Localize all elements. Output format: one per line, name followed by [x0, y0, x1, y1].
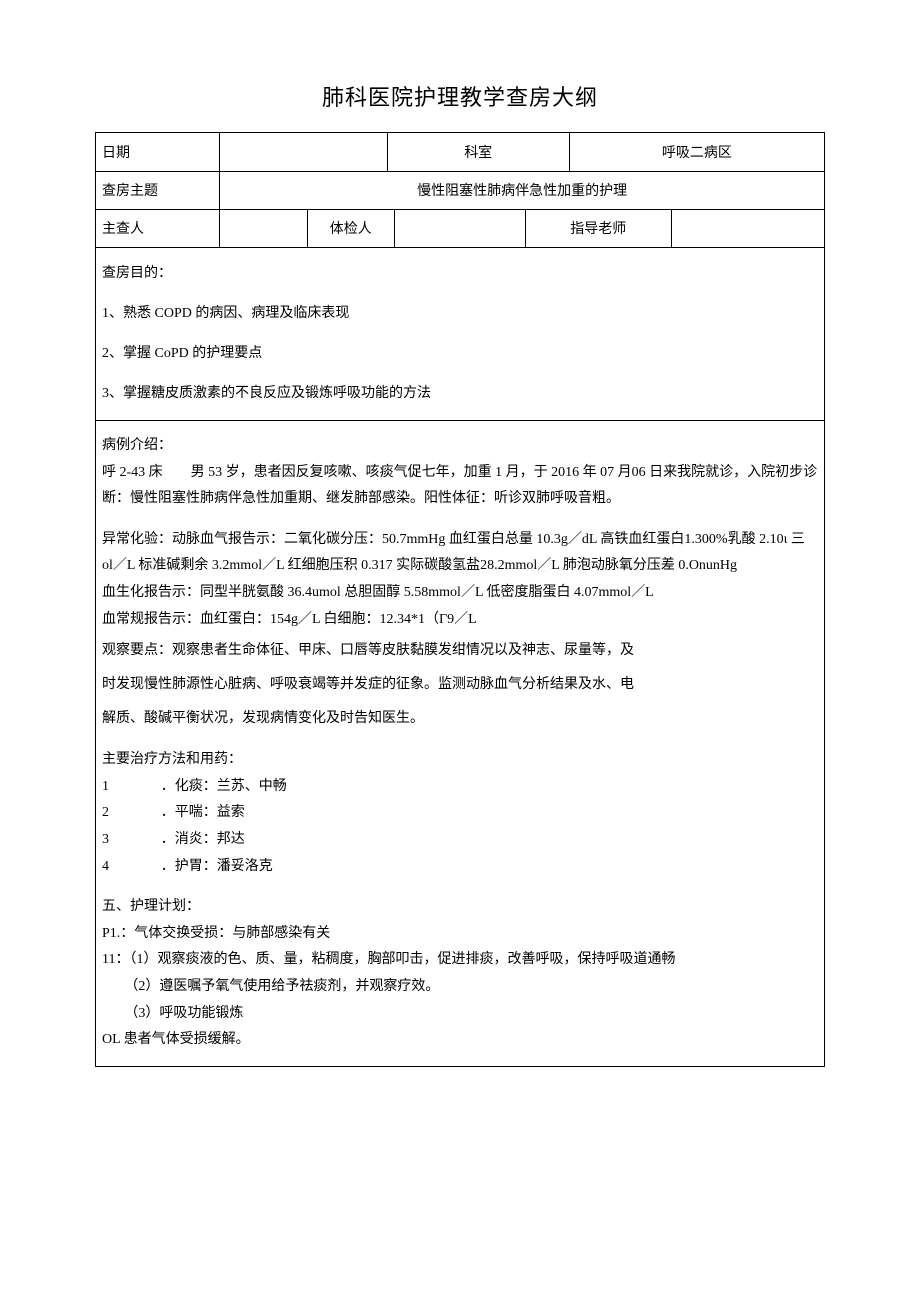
host-value: [220, 210, 307, 248]
dept-label: 科室: [387, 133, 569, 171]
objective-item: 3、掌握糖皮质激素的不良反应及锻炼呼吸功能的方法: [102, 380, 818, 408]
lab-line: 血生化报告示：同型半胱氨酸 36.4umol 总胆固醇 5.58mmol／L 低…: [102, 580, 818, 607]
topic-value: 慢性阻塞性肺病伴急性加重的护理: [220, 171, 824, 209]
item-text: ．平喘：益索: [161, 800, 818, 827]
case-heading: 病例介绍：: [102, 433, 818, 460]
objectives-heading: 查房目的：: [102, 260, 818, 288]
examiner-label: 体检人: [307, 210, 394, 248]
supervisor-label: 指导老师: [526, 210, 672, 248]
item-text: ．消炎：邦达: [161, 827, 818, 854]
examiner-value: [394, 210, 525, 248]
supervisor-value: [671, 210, 824, 248]
case-intro: 呼 2-43 床 男 53 岁，患者因反复咳嗽、咳痰气促七年，加重 1 月，于 …: [102, 460, 818, 513]
lab-line: 异常化验：动脉血气报告示：二氧化碳分压：50.7mmHg 血红蛋白总量 10.3…: [102, 527, 818, 580]
date-label: 日期: [96, 133, 220, 171]
item-number: 4: [102, 854, 116, 881]
observe-line: 时发现慢性肺源性心脏病、呼吸衰竭等并发症的征象。监测动脉血气分析结果及水、电: [102, 671, 818, 699]
plan-line: （2）遵医嘱予氧气使用给予祛痰剂，并观察疗效。: [102, 974, 818, 1001]
topic-label: 查房主题: [96, 171, 220, 209]
nursing-plan-section: 五、护理计划： P1.：气体交换受损：与肺部感染有关 11：（1）观察痰液的色、…: [102, 894, 818, 1054]
item-number: 3: [102, 827, 116, 854]
treatment-item: 4 ．护胃：潘妥洛克: [102, 854, 818, 881]
plan-line: P1.：气体交换受损：与肺部感染有关: [102, 921, 818, 948]
spacer: [116, 800, 161, 827]
plan-line: 11：（1）观察痰液的色、质、量，粘稠度，胸部叩击，促进排痰，改善呼吸，保持呼吸…: [102, 947, 818, 974]
treatment-item: 3 ．消炎：邦达: [102, 827, 818, 854]
objective-item: 2、掌握 CoPD 的护理要点: [102, 340, 818, 368]
body-section: 病例介绍： 呼 2-43 床 男 53 岁，患者因反复咳嗽、咳痰气促七年，加重 …: [96, 421, 824, 1066]
observe-line: 观察要点：观察患者生命体征、甲床、口唇等皮肤黏膜发绀情况以及神志、尿量等，及: [102, 637, 818, 665]
treatment-item: 1 ．化痰：兰苏、中畅: [102, 774, 818, 801]
item-number: 1: [102, 774, 116, 801]
spacer: [116, 827, 161, 854]
header-table: 日期 科室 呼吸二病区 查房主题 慢性阻塞性肺病伴急性加重的护理: [96, 133, 824, 210]
plan-heading: 五、护理计划：: [102, 894, 818, 921]
table-row: 日期 科室 呼吸二病区: [96, 133, 824, 171]
objective-item: 1、熟悉 COPD 的病因、病理及临床表现: [102, 300, 818, 328]
item-text: ．化痰：兰苏、中畅: [161, 774, 818, 801]
treatment-section: 主要治疗方法和用药： 1 ．化痰：兰苏、中畅 2 ．平喘：益索 3 ．消炎：邦达…: [102, 747, 818, 880]
treatment-heading: 主要治疗方法和用药：: [102, 747, 818, 774]
treatment-item: 2 ．平喘：益索: [102, 800, 818, 827]
document-table: 日期 科室 呼吸二病区 查房主题 慢性阻塞性肺病伴急性加重的护理 主查人 体检人…: [95, 132, 825, 1067]
spacer: [116, 854, 161, 881]
observe-line: 解质、酸碱平衡状况，发现病情变化及时告知医生。: [102, 705, 818, 733]
page-title: 肺科医院护理教学查房大纲: [95, 80, 825, 112]
spacer: [116, 774, 161, 801]
plan-line: （3）呼吸功能锻炼: [102, 1001, 818, 1028]
lab-line: 血常规报告示：血红蛋白：154g／L 白细胞：12.34*1（Γ9／L: [102, 607, 818, 634]
table-row: 主查人 体检人 指导老师: [96, 210, 824, 248]
item-number: 2: [102, 800, 116, 827]
plan-line: OL 患者气体受损缓解。: [102, 1027, 818, 1054]
item-text: ．护胃：潘妥洛克: [161, 854, 818, 881]
header-table-row3: 主查人 体检人 指导老师: [96, 210, 824, 249]
dept-value: 呼吸二病区: [569, 133, 824, 171]
date-value: [220, 133, 387, 171]
table-row: 查房主题 慢性阻塞性肺病伴急性加重的护理: [96, 171, 824, 209]
objectives-section: 查房目的： 1、熟悉 COPD 的病因、病理及临床表现 2、掌握 CoPD 的护…: [96, 248, 824, 421]
host-label: 主查人: [96, 210, 220, 248]
